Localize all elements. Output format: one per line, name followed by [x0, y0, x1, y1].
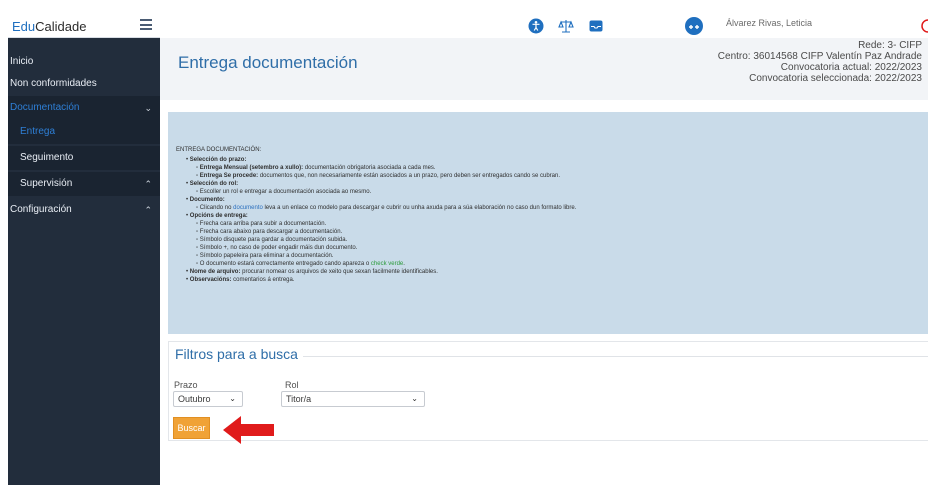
info-content: ENTREGA DOCUMENTACIÓN: • Selección do pr…	[176, 146, 922, 284]
info-text: Clicando no	[199, 205, 234, 211]
info-subitem: ▫ Frecha cara abaixo para descargar a do…	[196, 229, 343, 235]
accessibility-icon[interactable]	[528, 18, 544, 34]
info-heading: Observacións:	[189, 277, 232, 283]
chevron-down-icon: ⌄	[411, 394, 418, 403]
rol-value: Titor/a	[286, 394, 312, 404]
convocatoria-seleccionada: Convocatoria seleccionada: 2022/2023	[749, 73, 922, 84]
app-logo[interactable]: EduCalidade	[12, 19, 86, 34]
centro-label: Centro	[717, 51, 748, 62]
info-text: procurar nomear os arquivos de xeito que…	[240, 269, 438, 275]
info-item: • Observacións: comentarios á entrega.	[186, 277, 295, 283]
sidebar-item-entrega[interactable]: Entrega	[8, 120, 160, 144]
rede-value: : 3- CIFP	[881, 40, 922, 51]
info-text: Símbolo +, no caso de poder engadir máis…	[199, 245, 358, 251]
divider	[303, 356, 928, 357]
info-subitem: ▫ O documento estará correctamente entre…	[196, 261, 405, 267]
info-panel: ENTREGA DOCUMENTACIÓN: • Selección do pr…	[168, 112, 928, 334]
brand-prefix: Edu	[12, 19, 36, 34]
prazo-select[interactable]: Outubro ⌄	[173, 391, 243, 407]
sidebar-item-label: Seguimento	[20, 152, 74, 163]
centro-value: : 36014568 CIFP Valentín Paz Andrade	[747, 51, 922, 62]
info-text: Frecha cara abaixo para descargar a docu…	[199, 229, 343, 235]
check-verde-text: check verde	[370, 261, 404, 267]
chevron-up-icon: ⌃	[144, 179, 152, 189]
sidebar-item-supervision[interactable]: Supervisión ⌃	[8, 172, 160, 196]
rede-line: Rede: 3- CIFP	[718, 40, 922, 51]
sidebar-item-label: Inicio	[10, 56, 34, 67]
info-subitem: ▫ Símbolo papeleira para eliminar a docu…	[196, 253, 334, 259]
info-text: O documento estará correctamente entrega…	[199, 261, 371, 267]
info-subitem: ▫ Entrega Se procede: documentos que, no…	[196, 173, 561, 179]
info-title: ENTREGA DOCUMENTACIÓN:	[176, 147, 262, 153]
filters-title: Filtros para a busca	[175, 346, 298, 362]
info-subitem: ▫ Símbolo disquete para gardar a documen…	[196, 237, 348, 243]
info-strong: Entrega Mensual (setembro a xullo):	[199, 165, 304, 171]
balance-scale-icon[interactable]	[558, 18, 574, 34]
info-heading: Documento:	[189, 197, 225, 203]
info-strong: Entrega Se procede:	[199, 173, 259, 179]
info-item: • Nome de arquivo: procurar nomear os ar…	[186, 269, 438, 275]
info-text: leva a un enlace co modelo para descarga…	[262, 205, 577, 211]
power-icon[interactable]	[920, 18, 928, 34]
filters-panel: Filtros para a busca Prazo Outubro ⌄ Rol…	[168, 341, 928, 441]
info-text: documentos que, non necesariamente están…	[258, 173, 561, 179]
hamburger-menu-icon[interactable]	[140, 19, 152, 30]
chevron-down-icon: ⌄	[144, 103, 152, 113]
header-info: Rede: 3- CIFP Centro: 36014568 CIFP Vale…	[718, 40, 922, 84]
info-item: • Documento:	[186, 197, 225, 203]
user-name[interactable]: Álvarez Rivas, Leticia	[726, 18, 812, 28]
brand-suffix: Calidade	[35, 19, 87, 34]
info-item: • Selección do rol:	[186, 181, 239, 187]
documento-link[interactable]: documento	[233, 205, 263, 211]
info-text: comentarios á entrega.	[231, 277, 295, 283]
sidebar-item-label: Non conformidades	[10, 78, 97, 89]
red-arrow-annotation	[223, 416, 274, 444]
page-title: Entrega documentación	[178, 53, 358, 72]
brand-bar: EduCalidade	[8, 14, 160, 38]
app-frame: EduCalidade Inicio Non conformidades Doc…	[0, 0, 928, 485]
sidebar-item-label: Configuración	[10, 204, 72, 215]
info-text: Símbolo papeleira para eliminar a docume…	[199, 253, 334, 259]
inbox-icon[interactable]	[588, 18, 604, 34]
info-item: • Opcións de entrega:	[186, 213, 248, 219]
sidebar-item-label: Documentación	[10, 102, 80, 113]
info-heading: Opcións de entrega:	[189, 213, 248, 219]
top-bar: Álvarez Rivas, Leticia	[160, 14, 928, 38]
info-text: Frecha cara arriba para subir a document…	[199, 221, 327, 227]
sidebar-item-documentacion[interactable]: Documentación ⌄	[8, 96, 160, 120]
info-item: • Selección do prazo:	[186, 157, 247, 163]
sidebar-item-inicio[interactable]: Inicio	[8, 50, 160, 74]
info-subitem: ▫ Símbolo +, no caso de poder engadir má…	[196, 245, 358, 251]
sidebar-item-label: Entrega	[20, 126, 56, 137]
chevron-up-icon: ⌃	[144, 205, 152, 215]
rol-select[interactable]: Titor/a ⌄	[281, 391, 425, 407]
info-subitem: ▫ Escoller un rol e entregar a documenta…	[196, 189, 372, 195]
info-subitem: ▫ Entrega Mensual (setembro a xullo): do…	[196, 165, 436, 171]
page-header: Entrega documentación Rede: 3- CIFP Cent…	[160, 38, 928, 100]
sidebar-item-configuracion[interactable]: Configuración ⌃	[8, 198, 160, 222]
info-text: documentación obrigatoria asociada a cad…	[303, 165, 436, 171]
info-subitem: ▫ Clicando no documento leva a un enlace…	[196, 205, 577, 211]
rede-label: Rede	[858, 40, 882, 51]
convocatoria-actual: Convocatoria actual: 2022/2023	[780, 62, 922, 73]
prazo-value: Outubro	[178, 394, 211, 404]
sidebar-item-non-conformidades[interactable]: Non conformidades	[8, 72, 160, 96]
info-heading: Nome de arquivo:	[189, 269, 241, 275]
info-subitem: ▫ Frecha cara arriba para subir a docume…	[196, 221, 327, 227]
info-heading: Selección do rol:	[189, 181, 239, 187]
buscar-button[interactable]: Buscar	[173, 417, 210, 439]
info-text: Escoller un rol e entregar a documentaci…	[199, 189, 372, 195]
prazo-label: Prazo	[174, 380, 198, 390]
rol-label: Rol	[285, 380, 299, 390]
centro-line: Centro: 36014568 CIFP Valentín Paz Andra…	[718, 51, 922, 62]
sidebar-item-label: Supervisión	[20, 178, 73, 189]
user-avatar-icon[interactable]	[684, 15, 704, 35]
info-text: .	[403, 261, 405, 267]
info-text: Símbolo disquete para gardar a documenta…	[199, 237, 348, 243]
chevron-down-icon: ⌄	[229, 394, 236, 403]
info-heading: Selección do prazo:	[189, 157, 247, 163]
sidebar-item-seguimento[interactable]: Seguimento	[8, 146, 160, 170]
